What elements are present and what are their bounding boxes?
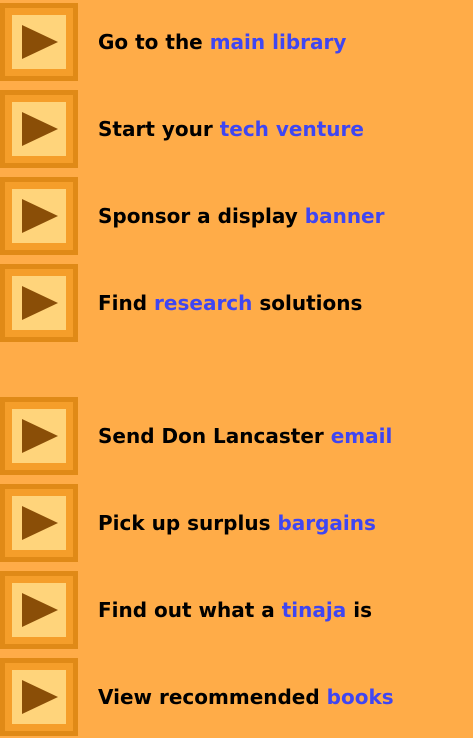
play-arrow-icon <box>0 571 78 649</box>
play-arrow-icon <box>0 484 78 562</box>
nav-item-banner: Sponsor a display banner <box>0 177 473 255</box>
nav-item-main-library: Go to the main library <box>0 3 473 81</box>
nav-item-email: Send Don Lancaster email <box>0 397 473 475</box>
nav-item-research: Find research solutions <box>0 264 473 342</box>
books-arrow-button[interactable] <box>0 658 78 736</box>
bargains-arrow-button[interactable] <box>0 484 78 562</box>
item-prefix: Start your <box>98 117 220 141</box>
tinaja-arrow-button[interactable] <box>0 571 78 649</box>
play-arrow-icon <box>0 658 78 736</box>
play-arrow-icon <box>0 397 78 475</box>
main-library-arrow-button[interactable] <box>0 3 78 81</box>
item-prefix: Sponsor a display <box>98 204 305 228</box>
banner-arrow-button[interactable] <box>0 177 78 255</box>
play-arrow-icon <box>0 177 78 255</box>
bargains-link[interactable]: bargains <box>277 511 376 535</box>
item-suffix: is <box>346 598 372 622</box>
item-suffix: solutions <box>252 291 363 315</box>
tech-venture-arrow-button[interactable] <box>0 90 78 168</box>
main-library-link[interactable]: main library <box>210 30 347 54</box>
nav-item-tinaja: Find out what a tinaja is <box>0 571 473 649</box>
play-arrow-icon <box>0 90 78 168</box>
nav-item-tech-venture: Start your tech venture <box>0 90 473 168</box>
banner-link[interactable]: banner <box>305 204 385 228</box>
play-arrow-icon <box>0 264 78 342</box>
item-prefix: Go to the <box>98 30 210 54</box>
tech-venture-link[interactable]: tech venture <box>220 117 364 141</box>
item-prefix: Send Don Lancaster <box>98 424 331 448</box>
email-arrow-button[interactable] <box>0 397 78 475</box>
research-link[interactable]: research <box>154 291 252 315</box>
email-link[interactable]: email <box>331 424 393 448</box>
item-prefix: Find out what a <box>98 598 282 622</box>
play-arrow-icon <box>0 3 78 81</box>
item-prefix: Pick up surplus <box>98 511 278 535</box>
item-prefix: View recommended <box>98 685 327 709</box>
books-link[interactable]: books <box>327 685 394 709</box>
research-arrow-button[interactable] <box>0 264 78 342</box>
nav-item-books: View recommended books <box>0 658 473 736</box>
item-prefix: Find <box>98 291 155 315</box>
nav-item-bargains: Pick up surplus bargains <box>0 484 473 562</box>
tinaja-link[interactable]: tinaja <box>282 598 347 622</box>
